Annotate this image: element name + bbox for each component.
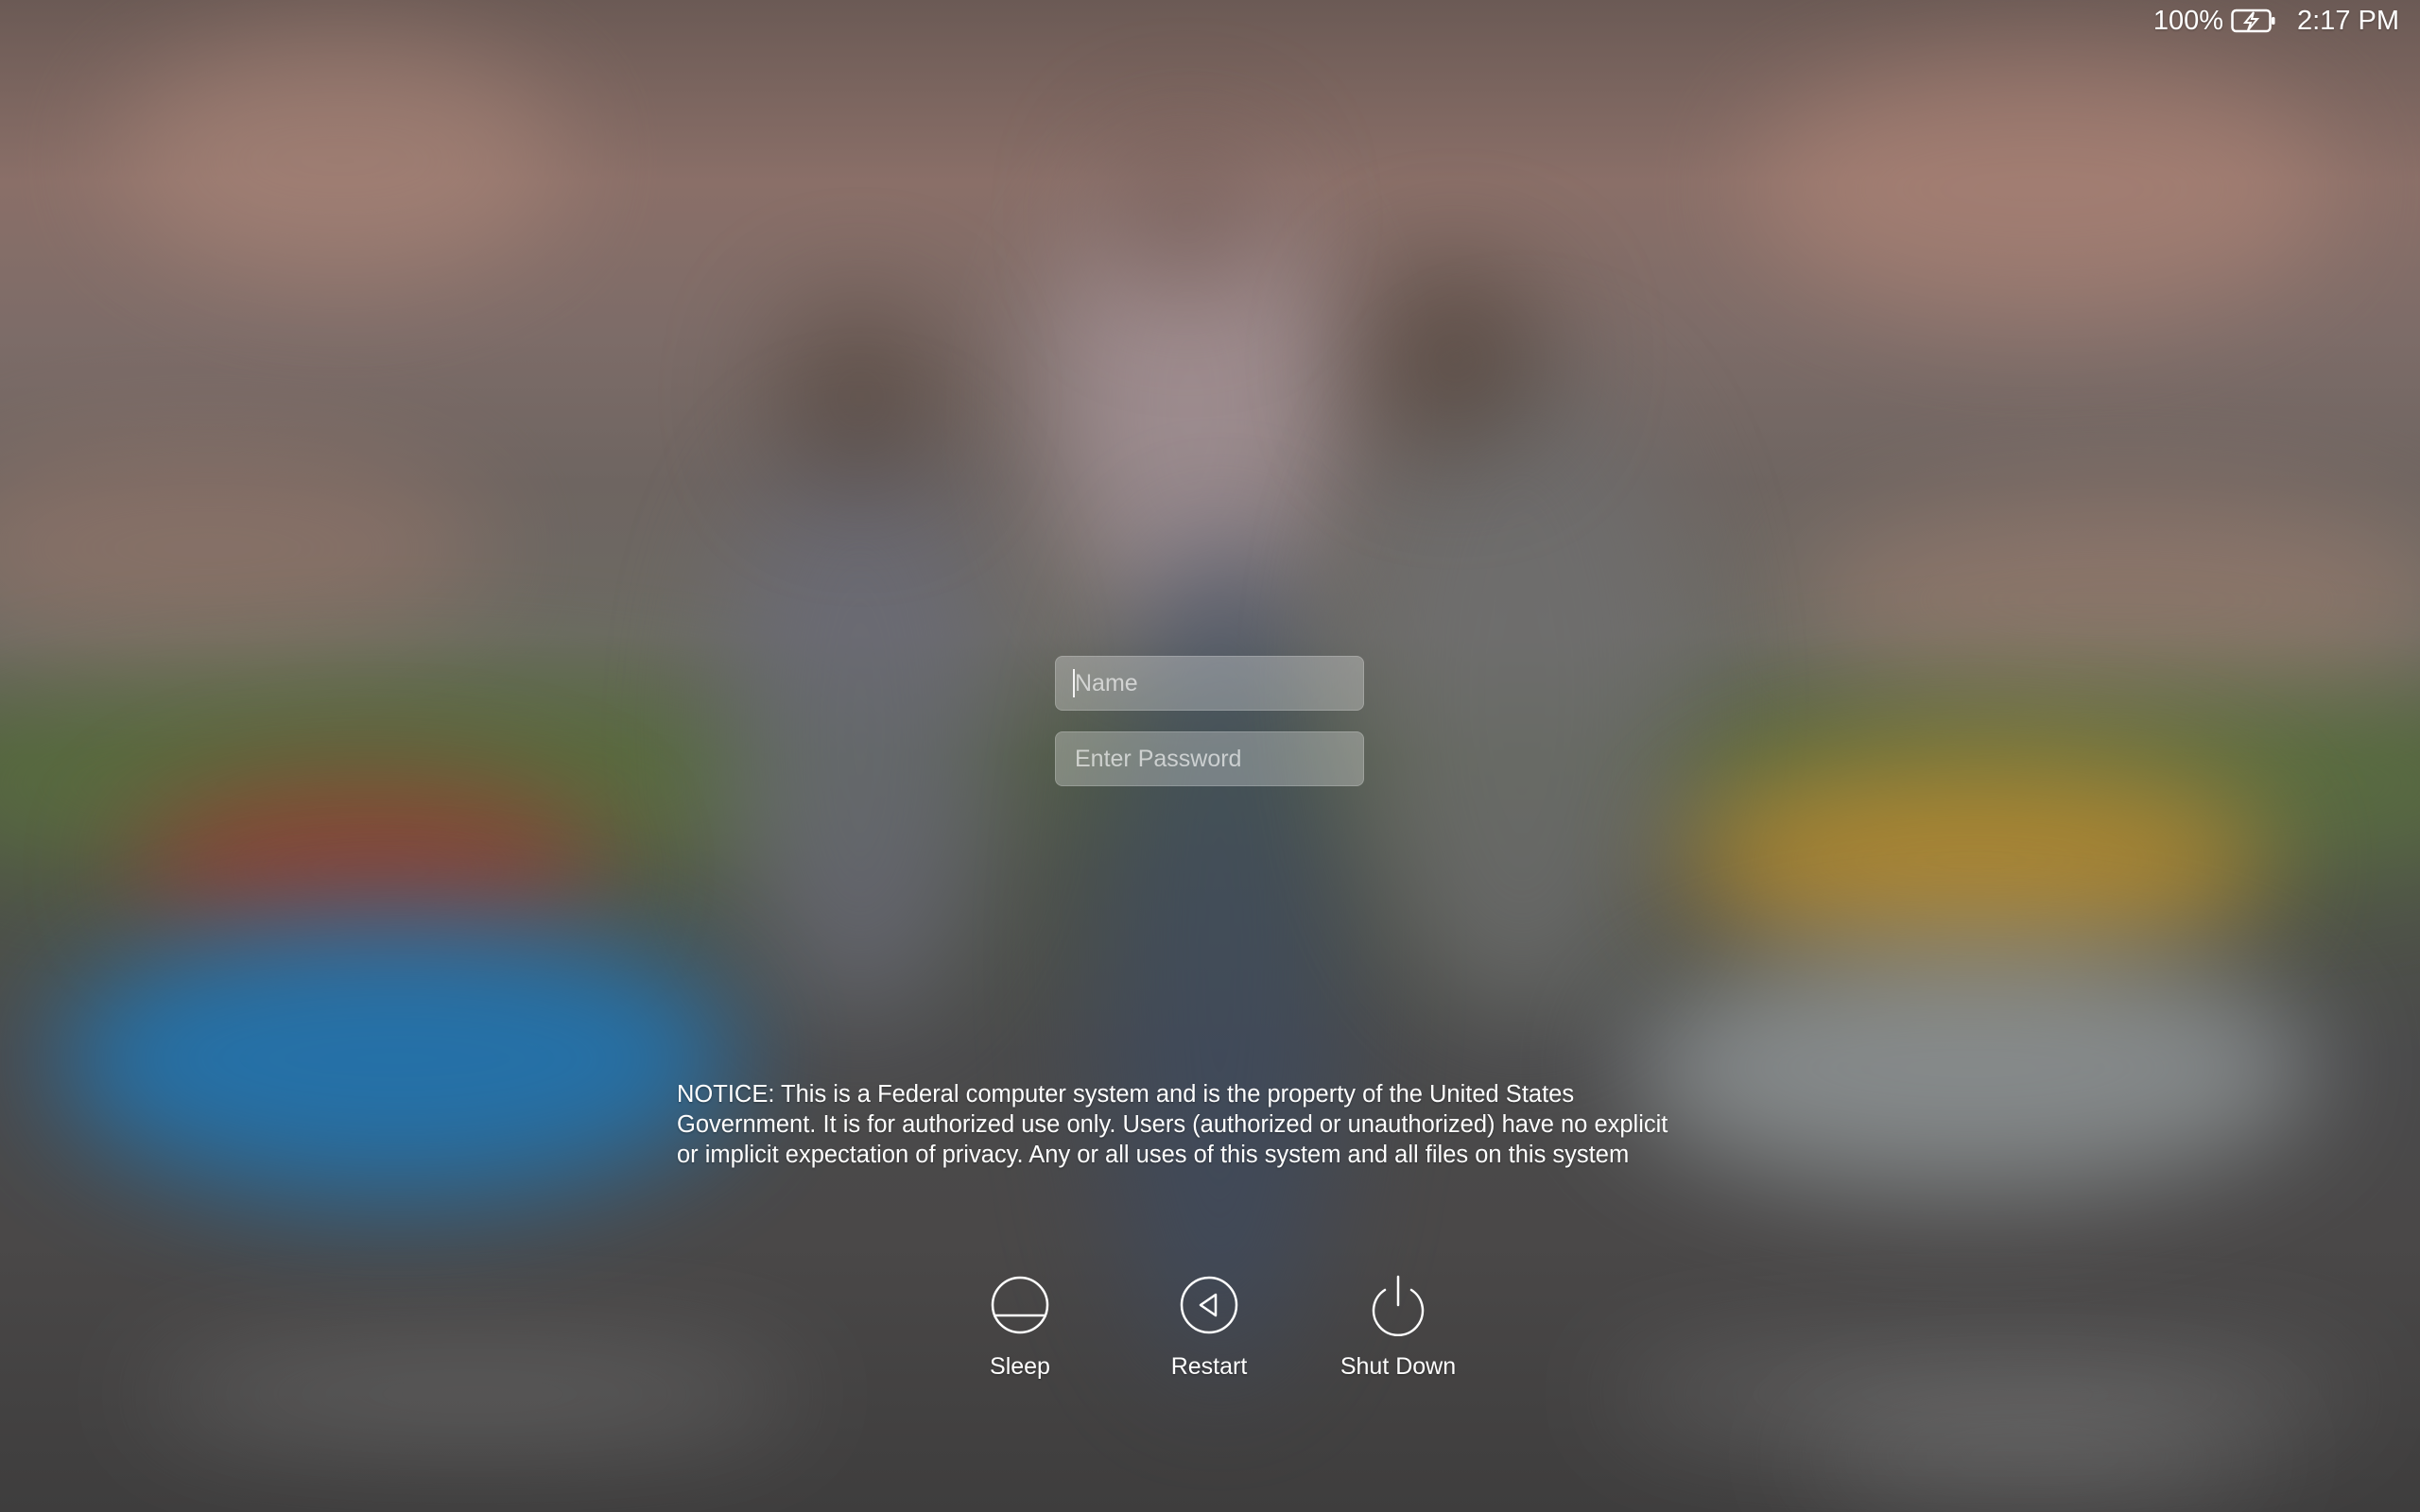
- sleep-button[interactable]: Sleep: [925, 1274, 1115, 1381]
- battery-charging-icon: [2231, 9, 2276, 33]
- legal-notice: NOTICE: This is a Federal computer syste…: [677, 1081, 1668, 1168]
- shut-down-button[interactable]: Shut Down: [1304, 1274, 1493, 1381]
- power-icon: [1367, 1274, 1429, 1336]
- menu-status-bar: 100% 2:17 PM: [2153, 0, 2420, 42]
- sleep-label: Sleep: [990, 1353, 1050, 1380]
- restart-label: Restart: [1170, 1353, 1248, 1380]
- password-input[interactable]: [1055, 731, 1364, 786]
- name-input[interactable]: [1055, 656, 1364, 711]
- power-actions: Sleep Restart Shut Down: [0, 1274, 2420, 1387]
- shut-down-label: Shut Down: [1340, 1353, 1457, 1380]
- clock[interactable]: 2:17 PM: [2297, 6, 2399, 37]
- login-screen: 100% 2:17 PM NOTICE: This is a Federal c…: [0, 0, 2420, 1512]
- restart-button[interactable]: Restart: [1115, 1274, 1304, 1381]
- sleep-icon: [989, 1274, 1051, 1336]
- login-form: [1055, 656, 1364, 786]
- battery-status[interactable]: 100%: [2153, 6, 2276, 37]
- text-cursor: [1073, 669, 1075, 697]
- name-field-wrapper: [1055, 656, 1364, 711]
- battery-percentage: 100%: [2152, 5, 2223, 36]
- restart-icon: [1178, 1274, 1240, 1336]
